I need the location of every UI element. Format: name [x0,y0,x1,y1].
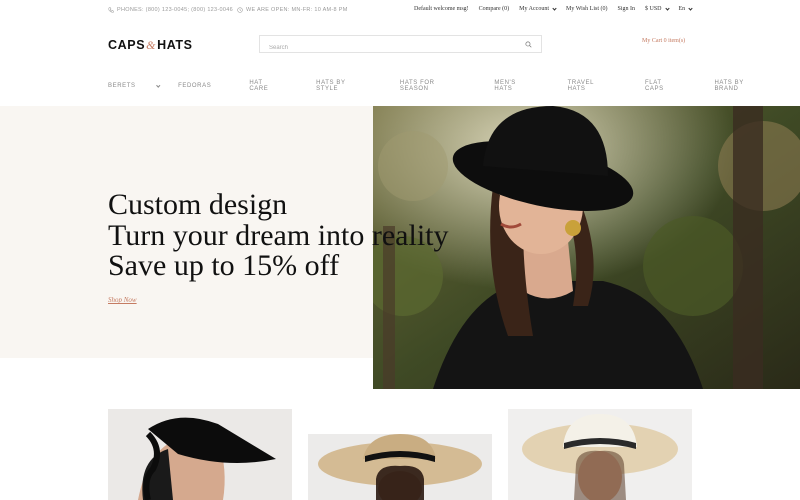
top-bar: PHONES: (800) 123-0045; (800) 123-0046 W… [0,0,800,22]
hero-line-3: Save up to 15% off [108,249,340,282]
chevron-down-icon [688,5,693,11]
nav-label: FLAT CAPS [645,80,664,92]
hero-line-1: Custom design [108,188,288,221]
nav-label: HATS BY BRAND [714,80,744,92]
logo-ampersand: & [146,38,157,52]
my-account-dropdown[interactable]: My Account [519,5,557,12]
nav-label: FEDORAS [178,83,212,89]
nav-label: HATS BY STYLE [316,80,346,92]
compare-label: Compare (0) [478,6,510,12]
top-links: Default welcome msg! Compare (0) My Acco… [414,5,693,12]
site-logo[interactable]: CAPS&HATS [108,38,193,53]
search-box [259,35,542,56]
signin-link[interactable]: Sign In [617,6,635,12]
wishlist-link[interactable]: My Wish List (0) [566,6,607,12]
chevron-down-icon [156,83,160,87]
chevron-down-icon [664,5,670,11]
nav-label: HAT CARE [249,80,269,92]
language-dropdown[interactable]: En [678,5,693,12]
welcome-message: Default welcome msg! [414,6,469,12]
chevron-down-icon [552,5,557,11]
nav-label: BERETS [108,83,136,89]
nav-item-flat-caps[interactable]: FLAT CAPS [645,80,695,92]
hero-headline: Custom design Turn your dream into reali… [108,188,449,282]
product-image-visor[interactable] [108,409,292,500]
main-nav: BERETS FEDORAS HAT CARE HATS BY STYLE HA… [108,80,800,92]
product-image-sun-hat[interactable] [508,409,692,500]
hours-text: WE ARE OPEN: MN-FR: 10 AM-8 PM [246,7,348,13]
logo-text-caps: CAPS [108,38,146,52]
phones-info: PHONES: (800) 123-0045; (800) 123-0046 [108,7,233,13]
search-input[interactable] [260,40,510,56]
phones-text: PHONES: (800) 123-0045; (800) 123-0046 [117,7,233,13]
nav-item-berets[interactable]: BERETS [108,80,160,92]
nav-label: TRAVEL HATS [567,80,594,92]
nav-item-fedoras[interactable]: FEDORAS [178,80,230,92]
nav-item-hats-for-season[interactable]: HATS FOR SEASON [400,80,475,92]
cart-link[interactable]: My Cart 0 item(s) [642,38,685,44]
wishlist-label: My Wish List (0) [566,6,608,12]
nav-item-hats-by-brand[interactable]: HATS BY BRAND [714,80,781,92]
nav-item-hat-care[interactable]: HAT CARE [249,80,297,92]
hours-info: WE ARE OPEN: MN-FR: 10 AM-8 PM [237,7,348,13]
currency-dropdown[interactable]: $ USD [645,5,670,12]
nav-label: MEN'S HATS [494,80,516,92]
my-account-label: My Account [519,6,549,12]
phone-icon [108,7,114,13]
hero-line-2: Turn your dream into reality [108,218,449,252]
signin-label: Sign In [617,6,635,12]
nav-item-mens-hats[interactable]: MEN'S HATS [494,80,548,92]
shop-now-link[interactable]: Shop Now [108,296,137,304]
nav-label: HATS FOR SEASON [399,80,435,92]
nav-item-travel-hats[interactable]: TRAVEL HATS [568,80,626,92]
language-label: En [678,6,686,12]
logo-text-hats: HATS [157,38,193,52]
currency-label: $ USD [645,6,662,12]
cart-label: My Cart 0 item(s) [642,38,686,44]
product-image-straw-hat[interactable] [308,434,492,500]
nav-item-hats-by-style[interactable]: HATS BY STYLE [316,80,381,92]
clock-icon [237,7,243,13]
search-icon[interactable] [525,41,532,48]
compare-link[interactable]: Compare (0) [479,6,510,12]
